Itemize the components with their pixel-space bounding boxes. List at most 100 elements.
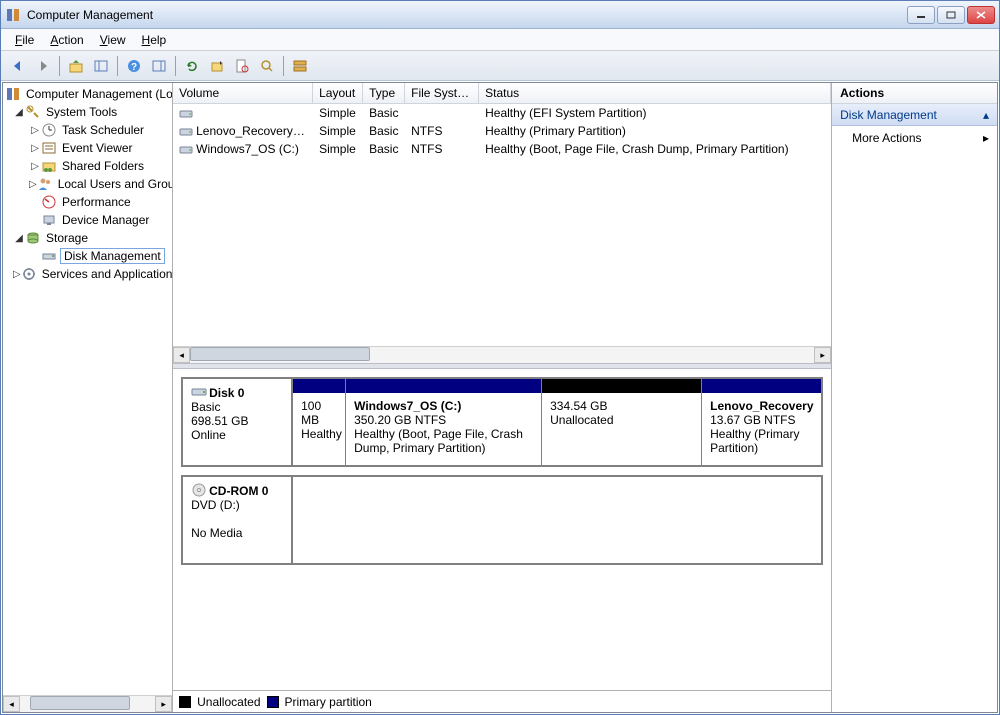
tools-icon: [25, 104, 41, 120]
performance-icon: [41, 194, 57, 210]
partition[interactable]: Windows7_OS (C:)350.20 GB NTFSHealthy (B…: [345, 379, 541, 465]
titlebar[interactable]: Computer Management: [1, 1, 999, 29]
cell-layout: Simple: [313, 124, 363, 138]
computer-icon: [5, 86, 21, 102]
tree-disk-management[interactable]: Disk Management: [3, 247, 172, 265]
partition-bar: [346, 379, 541, 393]
expand-icon[interactable]: ▷: [29, 161, 41, 172]
menu-file[interactable]: File: [9, 31, 40, 49]
collapse-icon[interactable]: ◢: [13, 107, 25, 118]
services-icon: [21, 266, 37, 282]
disk-row[interactable]: CD-ROM 0DVD (D:)No Media: [181, 475, 823, 565]
partition[interactable]: 334.54 GBUnallocated: [541, 379, 701, 465]
scroll-left-button[interactable]: ◂: [173, 347, 190, 363]
menu-help[interactable]: Help: [136, 31, 173, 49]
disk-layout-view[interactable]: Disk 0Basic698.51 GBOnline100 MBHealthyW…: [173, 369, 831, 690]
forward-button[interactable]: [32, 55, 54, 77]
volume-horizontal-scrollbar[interactable]: ◂ ▸: [173, 346, 831, 363]
scroll-left-button[interactable]: ◂: [3, 696, 20, 712]
drive-icon: [179, 144, 193, 156]
window-title: Computer Management: [27, 8, 907, 22]
tree-horizontal-scrollbar[interactable]: ◂ ▸: [3, 695, 172, 712]
tree-panel: Computer Management (Local) ◢ System Too…: [3, 83, 173, 712]
expand-icon[interactable]: ▷: [13, 269, 21, 280]
col-fs[interactable]: File System: [405, 83, 479, 103]
center-panel: Volume Layout Type File System Status Si…: [173, 83, 832, 712]
maximize-button[interactable]: [937, 6, 965, 24]
up-button[interactable]: [65, 55, 87, 77]
cell-type: Basic: [363, 124, 405, 138]
table-body[interactable]: SimpleBasicHealthy (EFI System Partition…: [173, 104, 831, 346]
content: Computer Management (Local) ◢ System Too…: [2, 82, 998, 713]
tree-storage[interactable]: ◢ Storage: [3, 229, 172, 247]
drive-icon: [179, 108, 193, 120]
actions-panel: Actions Disk Management ▴ More Actions ▸: [832, 83, 997, 712]
table-row[interactable]: Windows7_OS (C:)SimpleBasicNTFSHealthy (…: [173, 140, 831, 158]
users-icon: [37, 176, 53, 192]
menu-action[interactable]: Action: [44, 31, 89, 49]
expand-icon[interactable]: ▷: [29, 125, 41, 136]
close-button[interactable]: [967, 6, 995, 24]
tree-system-tools[interactable]: ◢ System Tools: [3, 103, 172, 121]
partition-info: 334.54 GBUnallocated: [542, 393, 701, 465]
tree-local-users[interactable]: ▷ Local Users and Groups: [3, 175, 172, 193]
col-volume[interactable]: Volume: [173, 83, 313, 103]
drive-icon: [179, 126, 193, 138]
tree-services[interactable]: ▷ Services and Applications: [3, 265, 172, 283]
cell-volume: Lenovo_Recovery (Q:): [173, 124, 313, 138]
cell-volume: Windows7_OS (C:): [173, 142, 313, 156]
partition-container: 100 MBHealthyWindows7_OS (C:)350.20 GB N…: [293, 379, 821, 465]
col-type[interactable]: Type: [363, 83, 405, 103]
partition-info: 100 MBHealthy: [293, 393, 345, 465]
tree-root[interactable]: Computer Management (Local): [3, 85, 172, 103]
col-layout[interactable]: Layout: [313, 83, 363, 103]
expand-icon[interactable]: ▷: [29, 143, 41, 154]
table-row[interactable]: SimpleBasicHealthy (EFI System Partition…: [173, 104, 831, 122]
scroll-right-button[interactable]: ▸: [155, 696, 172, 712]
partition-bar: [542, 379, 701, 393]
window: Computer Management File Action View Hel…: [0, 0, 1000, 715]
shared-folder-icon: [41, 158, 57, 174]
collapse-icon[interactable]: ◢: [13, 233, 25, 244]
collapse-up-icon: ▴: [983, 108, 989, 122]
cell-fs: NTFS: [405, 142, 479, 156]
partition-bar: [293, 379, 345, 393]
minimize-button[interactable]: [907, 6, 935, 24]
scroll-right-button[interactable]: ▸: [814, 347, 831, 363]
actions-section[interactable]: Disk Management ▴: [832, 104, 997, 126]
find-button[interactable]: [256, 55, 278, 77]
partition-info: Lenovo_Recovery13.67 GB NTFSHealthy (Pri…: [702, 393, 821, 465]
legend-unallocated-label: Unallocated: [197, 695, 260, 709]
actions-more[interactable]: More Actions ▸: [832, 126, 997, 150]
toolbar: ?: [1, 51, 999, 81]
expand-icon[interactable]: ▷: [29, 179, 37, 190]
cell-layout: Simple: [313, 142, 363, 156]
menubar: File Action View Help: [1, 29, 999, 51]
disk-mgmt-icon: [41, 248, 57, 264]
col-status[interactable]: Status: [479, 83, 831, 103]
table-row[interactable]: Lenovo_Recovery (Q:)SimpleBasicNTFSHealt…: [173, 122, 831, 140]
properties-button[interactable]: [231, 55, 253, 77]
device-manager-icon: [41, 212, 57, 228]
chevron-right-icon: ▸: [983, 131, 989, 145]
partition[interactable]: 100 MBHealthy: [293, 379, 345, 465]
tree-device-manager[interactable]: Device Manager: [3, 211, 172, 229]
tree-task-scheduler[interactable]: ▷ Task Scheduler: [3, 121, 172, 139]
show-hide-tree-button[interactable]: [90, 55, 112, 77]
disk-row[interactable]: Disk 0Basic698.51 GBOnline100 MBHealthyW…: [181, 377, 823, 467]
legend: Unallocated Primary partition: [173, 690, 831, 712]
disk-header: Disk 0Basic698.51 GBOnline: [183, 379, 293, 465]
partition[interactable]: Lenovo_Recovery13.67 GB NTFSHealthy (Pri…: [701, 379, 821, 465]
tree-event-viewer[interactable]: ▷ Event Viewer: [3, 139, 172, 157]
tree-shared-folders[interactable]: ▷ Shared Folders: [3, 157, 172, 175]
settings-button[interactable]: [206, 55, 228, 77]
list-view-button[interactable]: [289, 55, 311, 77]
help-button[interactable]: ?: [123, 55, 145, 77]
tree-performance[interactable]: Performance: [3, 193, 172, 211]
back-button[interactable]: [7, 55, 29, 77]
show-hide-actions-button[interactable]: [148, 55, 170, 77]
menu-view[interactable]: View: [94, 31, 132, 49]
refresh-button[interactable]: [181, 55, 203, 77]
storage-icon: [25, 230, 41, 246]
table-header: Volume Layout Type File System Status: [173, 83, 831, 104]
